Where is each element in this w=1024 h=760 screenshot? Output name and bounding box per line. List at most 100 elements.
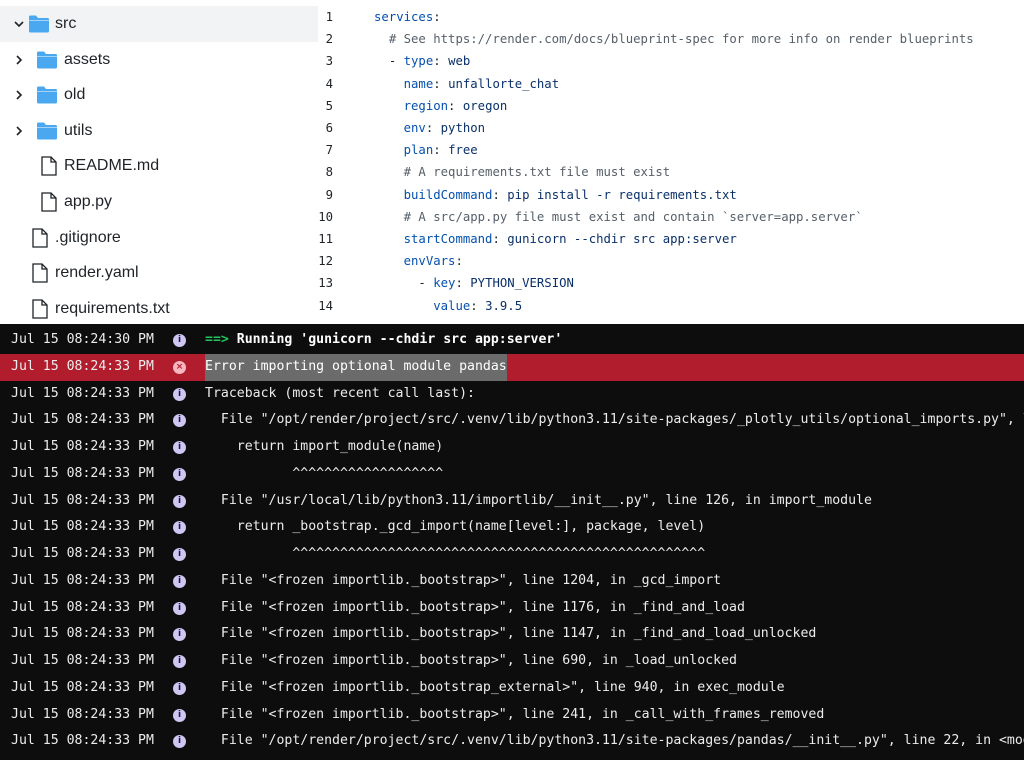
yaml-comment: # See https://render.com/docs/blueprint-…	[388, 32, 974, 47]
log-timestamp: Jul 15 08:24:33 PM	[11, 519, 154, 535]
code-line: 12 envVars:	[318, 250, 1024, 272]
tree-item-old[interactable]: old	[0, 77, 318, 113]
yaml-separator: :	[433, 10, 441, 24]
info-icon: i	[173, 494, 186, 508]
log-row[interactable]: Jul 15 08:24:33 PM i File "<frozen import…	[0, 568, 1024, 595]
tree-item-readme-md[interactable]: README.md	[0, 148, 318, 184]
log-row[interactable]: Jul 15 08:24:30 PM i ==> Running 'gunicorn…	[0, 327, 1024, 354]
tree-item-requirements-txt[interactable]: requirements.txt	[0, 291, 318, 324]
chevron-down-icon[interactable]	[12, 17, 26, 31]
log-row[interactable]: Jul 15 08:24:33 PM i Traceback (most recen…	[0, 381, 1024, 408]
yaml-value: pip install -r requirements.txt	[507, 187, 737, 202]
file-icon	[29, 299, 51, 319]
log-row[interactable]: Jul 15 08:24:33 PM i File "<frozen import…	[0, 702, 1024, 729]
code-line: 14 value: 3.9.5	[318, 295, 1024, 317]
log-row[interactable]: Jul 15 08:24:33 PM i File "<frozen import…	[0, 621, 1024, 648]
code-line: 7 plan: free	[318, 139, 1024, 161]
log-message: File "<frozen importlib._bootstrap_exter…	[205, 679, 785, 695]
info-icon: i	[173, 574, 186, 588]
log-timestamp: Jul 15 08:24:33 PM	[11, 733, 154, 749]
tree-item-label: assets	[64, 51, 111, 68]
code-line: 9 buildCommand: pip install -r requireme…	[318, 184, 1024, 206]
line-source: startCommand: gunicorn --chdir src app:s…	[374, 228, 737, 250]
log-message: File "<frozen importlib._bootstrap>", li…	[205, 653, 737, 668]
yaml-key: env	[403, 121, 426, 135]
log-message: return _bootstrap._gcd_import(name[level…	[205, 519, 706, 535]
log-row[interactable]: Jul 15 08:24:33 PM i File "<frozen import…	[0, 595, 1024, 622]
yaml-value: oregon	[462, 98, 508, 113]
log-message: File "<frozen importlib._bootstrap>", li…	[205, 626, 817, 642]
log-row[interactable]: Jul 15 08:24:33 PM i return _bootstrap._g…	[0, 514, 1024, 541]
yaml-key: startCommand	[403, 232, 493, 246]
yaml-key: type	[403, 54, 434, 69]
info-icon: i	[173, 601, 186, 615]
tree-item-src[interactable]: src	[0, 6, 318, 42]
line-number: 11	[318, 232, 333, 246]
yaml-value: 3.9.5	[485, 298, 523, 313]
code-line: 11 startCommand: gunicorn --chdir src ap…	[318, 228, 1024, 250]
yaml-separator: :	[425, 121, 441, 135]
yaml-key: value	[433, 298, 471, 313]
log-row[interactable]: Jul 15 08:24:33 PM i ^^^^^^^^^^^^^^^^^^^^…	[0, 541, 1024, 568]
log-row[interactable]: Jul 15 08:24:33 PM × Error importing optio…	[0, 353, 1024, 381]
chevron-right-icon[interactable]	[12, 53, 26, 67]
log-message: File "/usr/local/lib/python3.11/importli…	[205, 492, 872, 508]
info-icon: i	[173, 441, 186, 454]
line-source: plan: free	[374, 139, 478, 161]
yaml-separator: :	[433, 143, 449, 158]
log-timestamp: Jul 15 08:24:33 PM	[11, 546, 154, 561]
info-icon: i	[173, 628, 186, 642]
log-row[interactable]: Jul 15 08:24:33 PM i File "<frozen import…	[0, 675, 1024, 702]
yaml-separator: :	[470, 298, 486, 313]
file-icon	[29, 228, 51, 248]
yaml-separator: :	[492, 187, 508, 202]
tree-item-render-yaml[interactable]: render.yaml	[0, 255, 318, 291]
folder-icon	[36, 85, 58, 105]
log-row[interactable]: Jul 15 08:24:33 PM i File "/usr/local/lib…	[0, 488, 1024, 515]
folder-open-icon	[28, 14, 50, 34]
tree-item-label: requirements.txt	[55, 300, 170, 317]
log-message: File "<frozen importlib._bootstrap>", li…	[205, 599, 745, 615]
info-icon: i	[173, 467, 186, 481]
log-console[interactable]: Jul 15 08:24:30 PM i ==> Running 'gunicorn…	[0, 324, 1024, 760]
line-number: 9	[325, 187, 333, 202]
yaml-key: envVars	[403, 254, 456, 269]
log-timestamp: Jul 15 08:24:33 PM	[11, 439, 154, 454]
line-number: 1	[325, 10, 333, 24]
log-timestamp: Jul 15 08:24:33 PM	[11, 492, 154, 508]
line-source: buildCommand: pip install -r requirement…	[374, 184, 737, 206]
chevron-right-icon[interactable]	[12, 124, 26, 138]
log-row[interactable]: Jul 15 08:24:33 PM i File "<frozen import…	[0, 648, 1024, 675]
yaml-separator: :	[455, 276, 471, 291]
info-icon: i	[173, 655, 186, 668]
folder-icon	[36, 121, 58, 141]
line-source: - key: PYTHON_VERSION	[374, 272, 574, 294]
tree-item-label: README.md	[64, 157, 160, 174]
log-message: Traceback (most recent call last):	[205, 385, 475, 401]
code-line: 8 # A requirements.txt file must exist	[318, 161, 1024, 183]
log-timestamp: Jul 15 08:24:33 PM	[11, 599, 154, 615]
editor-pane: src assets old utils README.md app.py .gitigno…	[0, 0, 1024, 324]
log-timestamp: Jul 15 08:24:33 PM	[11, 653, 154, 668]
code-viewer: 1 services: 2 # See https://render.com/doc…	[318, 6, 1024, 324]
line-number: 3	[325, 54, 333, 69]
chevron-right-icon[interactable]	[12, 88, 26, 102]
tree-item-app-py[interactable]: app.py	[0, 184, 318, 220]
log-timestamp: Jul 15 08:24:33 PM	[11, 385, 154, 401]
log-row[interactable]: Jul 15 08:24:33 PM i File "/opt/render/pr…	[0, 728, 1024, 755]
yaml-key: plan	[403, 143, 434, 158]
line-number: 8	[325, 165, 333, 180]
line-source: # A requirements.txt file must exist	[374, 161, 671, 183]
line-number: 13	[318, 276, 333, 291]
yaml-separator: :	[433, 76, 449, 91]
log-row[interactable]: Jul 15 08:24:33 PM i File "/opt/render/pr…	[0, 407, 1024, 434]
log-row[interactable]: Jul 15 08:24:33 PM i ^^^^^^^^^^^^^^^^^^^	[0, 461, 1024, 488]
line-source: envVars:	[374, 250, 463, 272]
yaml-separator: :	[492, 232, 508, 246]
line-number: 2	[325, 32, 333, 47]
log-message: return import_module(name)	[205, 439, 444, 454]
tree-item-utils[interactable]: utils	[0, 113, 318, 149]
tree-item-gitignore[interactable]: .gitignore	[0, 220, 318, 256]
tree-item-assets[interactable]: assets	[0, 42, 318, 78]
log-row[interactable]: Jul 15 08:24:33 PM i return import_module…	[0, 434, 1024, 461]
